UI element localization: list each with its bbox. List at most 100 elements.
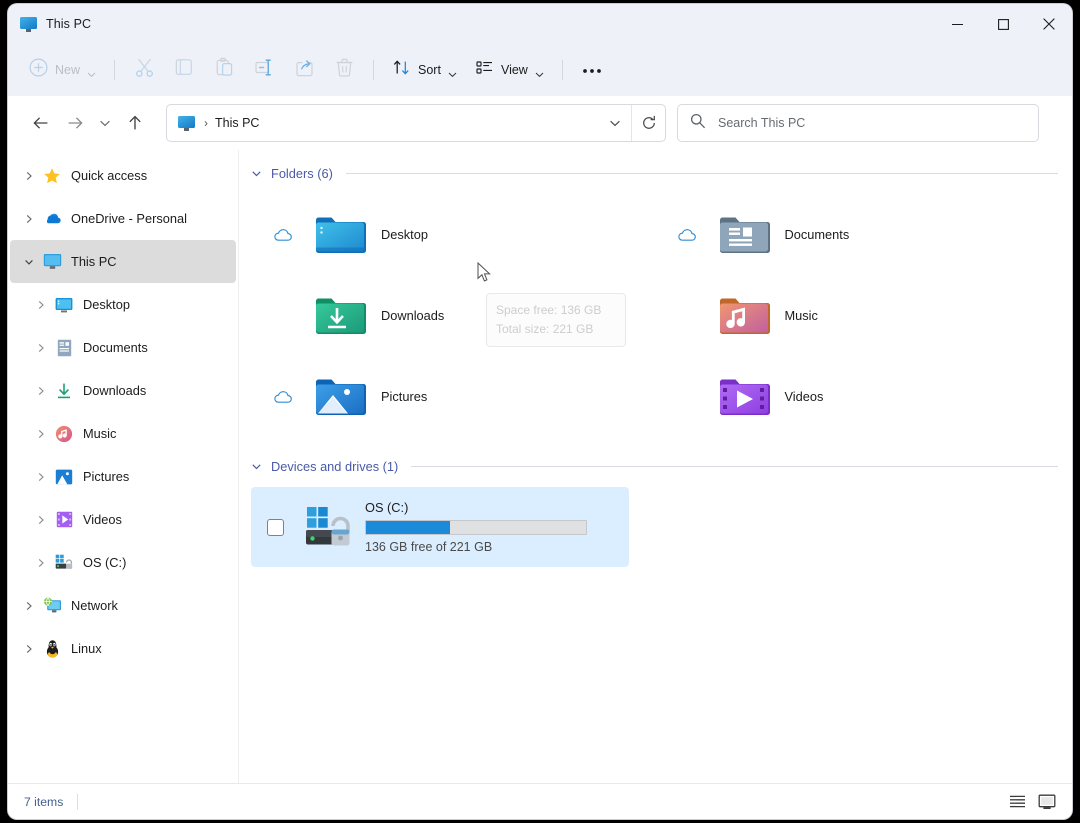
view-button[interactable]: View [466, 53, 553, 87]
sidebar-item-label: OS (C:) [83, 555, 127, 570]
window-title: This PC [46, 17, 92, 31]
drive-select-checkbox[interactable] [266, 518, 284, 536]
chevron-down-icon[interactable] [16, 257, 42, 267]
group-divider [345, 172, 1058, 174]
drive-info: OS (C:) 136 GB free of 221 GB [365, 500, 629, 554]
sidebar-item-documents[interactable]: Documents [10, 326, 236, 369]
content-pane: Folders (6) Desktop Documents Downloads … [238, 150, 1072, 783]
sidebar-item-label: Documents [83, 340, 148, 355]
up-button[interactable] [118, 106, 152, 140]
rename-button[interactable] [244, 53, 284, 87]
folder-tile-pictures[interactable]: Pictures [251, 356, 655, 437]
window-controls [934, 4, 1072, 44]
forward-button[interactable] [58, 106, 92, 140]
new-button[interactable]: New [20, 53, 105, 87]
delete-button[interactable] [324, 53, 364, 87]
maximize-button[interactable] [980, 4, 1026, 44]
chevron-right-icon[interactable] [28, 429, 54, 439]
sidebar-item-this-pc[interactable]: This PC [10, 240, 236, 283]
view-button-label: View [500, 63, 528, 77]
address-dropdown-button[interactable] [598, 105, 631, 141]
share-button[interactable] [284, 53, 324, 87]
folder-tile-label: Music [784, 308, 818, 323]
refresh-button[interactable] [632, 105, 665, 141]
navigation-bar: › This PC Search This PC [8, 96, 1072, 150]
folder-tile-documents[interactable]: Documents [655, 194, 1059, 275]
folder-tile-music[interactable]: Music [655, 275, 1059, 356]
chevron-right-icon[interactable] [28, 300, 54, 310]
drive-tile-os-c[interactable]: OS (C:) 136 GB free of 221 GB [251, 487, 629, 567]
sidebar-item-label: Downloads [83, 383, 147, 398]
scissors-icon [134, 57, 155, 83]
large-icons-view-button[interactable] [1032, 789, 1062, 815]
clipboard-icon [214, 57, 235, 83]
view-list-icon [475, 58, 494, 82]
more-options-button[interactable] [572, 53, 612, 87]
folders-grid: Desktop Documents Downloads Music Pictur… [251, 194, 1058, 437]
documents-icon [54, 338, 74, 358]
sidebar-item-downloads[interactable]: Downloads [10, 369, 236, 412]
desktop-icon [54, 295, 74, 315]
this-pc-monitor-icon [20, 16, 37, 32]
chevron-right-icon[interactable] [16, 171, 42, 181]
chevron-right-icon[interactable] [28, 343, 54, 353]
details-view-button[interactable] [1002, 789, 1032, 815]
star-icon [42, 166, 62, 186]
back-button[interactable] [24, 106, 58, 140]
sidebar-item-label: This PC [71, 254, 117, 269]
copy-button[interactable] [164, 53, 204, 87]
cloud-status-icon [253, 390, 313, 404]
folder-tile-label: Documents [784, 227, 850, 242]
drives-group-header[interactable]: Devices and drives (1) [251, 451, 1058, 481]
chevron-down-icon[interactable] [251, 461, 262, 472]
chevron-right-icon[interactable] [28, 386, 54, 396]
folder-tile-videos[interactable]: Videos [655, 356, 1059, 437]
search-placeholder: Search This PC [718, 116, 806, 130]
chevron-right-icon[interactable] [28, 515, 54, 525]
sidebar-item-os-c[interactable]: OS (C:) [10, 541, 236, 584]
sidebar-item-label: Desktop [83, 297, 130, 312]
sidebar-item-pictures[interactable]: Pictures [10, 455, 236, 498]
folder-desktop-icon [313, 207, 369, 263]
cut-button[interactable] [124, 53, 164, 87]
drive-free-space-text: 136 GB free of 221 GB [365, 540, 493, 554]
chevron-down-icon[interactable] [251, 168, 262, 179]
sidebar-item-label: Linux [71, 641, 102, 656]
paste-button[interactable] [204, 53, 244, 87]
chevron-right-icon[interactable] [16, 601, 42, 611]
drive-name: OS (C:) [365, 500, 409, 515]
drive-checkbox-cell [251, 518, 299, 536]
sort-button[interactable]: Sort [383, 53, 466, 87]
group-divider [411, 465, 1058, 467]
folder-tile-label: Pictures [381, 389, 428, 404]
chevron-right-icon[interactable] [28, 558, 54, 568]
sidebar-item-music[interactable]: Music [10, 412, 236, 455]
breadcrumb-this-pc[interactable]: This PC [215, 116, 259, 130]
sidebar-item-desktop[interactable]: Desktop [10, 283, 236, 326]
copy-icon [174, 57, 195, 83]
folder-music-icon [717, 288, 773, 344]
sidebar-item-label: Videos [83, 512, 122, 527]
recent-locations-button[interactable] [92, 106, 118, 140]
drives-group-title: Devices and drives (1) [271, 458, 399, 474]
sidebar-item-onedrive[interactable]: OneDrive - Personal [10, 197, 236, 240]
close-button[interactable] [1026, 4, 1072, 44]
onedrive-icon [42, 209, 62, 229]
search-input[interactable]: Search This PC [677, 104, 1039, 142]
sidebar-item-quick-access[interactable]: Quick access [10, 154, 236, 197]
sidebar-item-videos[interactable]: Videos [10, 498, 236, 541]
minimize-button[interactable] [934, 4, 980, 44]
sidebar-item-network[interactable]: Network [10, 584, 236, 627]
sidebar-item-label: Network [71, 598, 118, 613]
folders-group-header[interactable]: Folders (6) [251, 158, 1058, 188]
folder-tile-downloads[interactable]: Downloads [251, 275, 655, 356]
chevron-right-icon[interactable] [16, 214, 42, 224]
rename-icon [254, 57, 275, 83]
windows-drive-icon [299, 499, 365, 555]
chevron-right-icon[interactable] [16, 644, 42, 654]
toolbar-divider-2 [373, 60, 375, 80]
chevron-right-icon[interactable] [28, 472, 54, 482]
folder-tile-desktop[interactable]: Desktop [251, 194, 655, 275]
address-bar[interactable]: › This PC [166, 104, 666, 142]
sidebar-item-linux[interactable]: Linux [10, 627, 236, 670]
